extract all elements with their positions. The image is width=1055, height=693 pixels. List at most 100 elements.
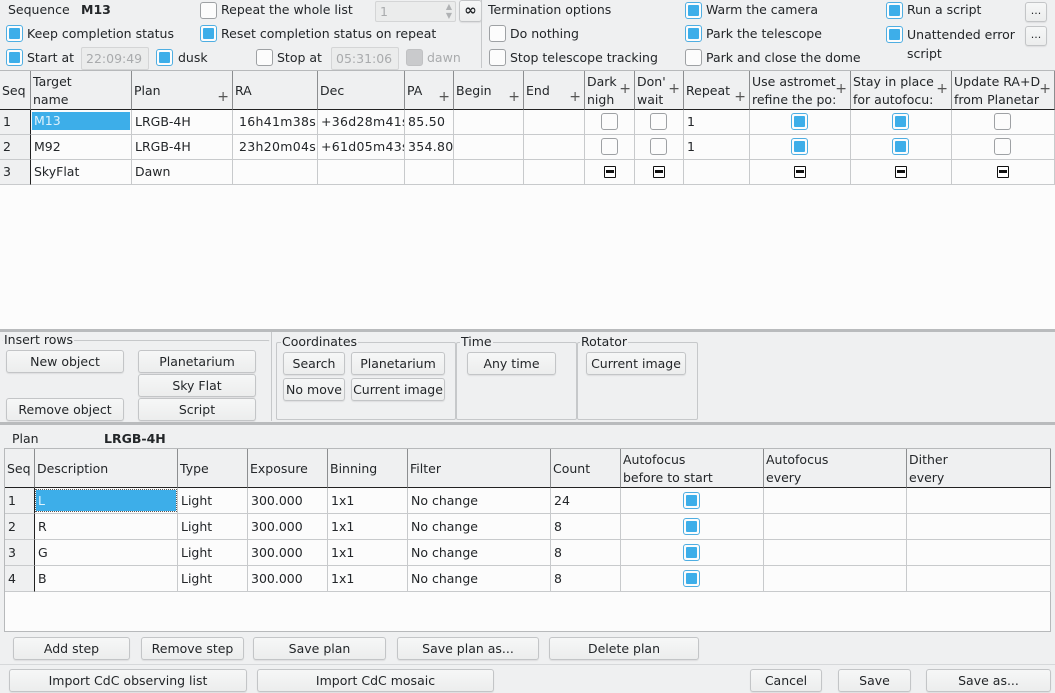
- plan-cell-exposure[interactable]: 300.000: [248, 514, 328, 540]
- plan-cell-binning[interactable]: 1x1: [328, 540, 408, 566]
- run-script-checkbox[interactable]: [886, 2, 903, 19]
- plan-cell-af-start[interactable]: [621, 514, 764, 540]
- insert-planetarium-button[interactable]: Planetarium: [138, 350, 256, 373]
- save-plan-as-button[interactable]: Save plan as...: [397, 637, 539, 660]
- targets-header-pa[interactable]: PA +: [405, 71, 454, 110]
- park-dome-checkbox[interactable]: [685, 49, 702, 66]
- plan-cell-dither[interactable]: [907, 566, 1051, 592]
- plan-cell-seq[interactable]: 4: [5, 566, 35, 592]
- repeat-count-spinbox[interactable]: 1 ▲ ▼: [375, 1, 456, 22]
- plan-cell-filter[interactable]: No change: [408, 566, 551, 592]
- targets-cell-stay-autofocus[interactable]: [851, 135, 952, 160]
- plan-cell-exposure[interactable]: 300.000: [248, 566, 328, 592]
- targets-cell-name[interactable]: SkyFlat: [31, 160, 132, 185]
- targets-header-begin[interactable]: Begin +: [454, 71, 524, 110]
- plan-cell-af-start[interactable]: [621, 566, 764, 592]
- targets-cell-end[interactable]: [524, 160, 585, 185]
- start-at-checkbox[interactable]: [6, 49, 23, 66]
- plan-cell-dither[interactable]: [907, 540, 1051, 566]
- targets-cell-astrometry[interactable]: [750, 110, 851, 135]
- targets-cell-dec[interactable]: [318, 160, 405, 185]
- coord-current-image-button[interactable]: Current image: [351, 378, 445, 401]
- plan-cell-desc[interactable]: B: [35, 566, 178, 592]
- targets-cell-ra[interactable]: 23h20m04s: [233, 135, 318, 160]
- dawn-checkbox[interactable]: [406, 49, 423, 66]
- checkbox[interactable]: [892, 138, 909, 155]
- plan-header-count[interactable]: Count: [551, 449, 621, 488]
- targets-cell-dont-wait[interactable]: [635, 160, 684, 185]
- targets-cell-dont-wait[interactable]: [635, 135, 684, 160]
- add-column-icon[interactable]: +: [508, 80, 520, 109]
- targets-header-astrometry[interactable]: Use astromet refine the po: +: [750, 71, 851, 110]
- targets-header-dec[interactable]: Dec: [318, 71, 405, 110]
- targets-header-stay-autofocus[interactable]: Stay in place for autofocu: +: [851, 71, 952, 110]
- add-column-icon[interactable]: +: [668, 80, 680, 98]
- plan-cell-dither[interactable]: [907, 514, 1051, 540]
- plan-cell-af-every[interactable]: [764, 566, 907, 592]
- add-step-button[interactable]: Add step: [13, 637, 130, 660]
- targets-cell-dark-night[interactable]: [585, 160, 635, 185]
- any-time-button[interactable]: Any time: [467, 352, 556, 375]
- add-column-icon[interactable]: +: [734, 80, 746, 109]
- targets-header-dark-night[interactable]: Dark nigh +: [585, 71, 635, 110]
- stop-at-time-input[interactable]: 05:31:06: [331, 47, 399, 70]
- plan-header-af-every[interactable]: Autofocus every: [764, 449, 907, 488]
- targets-header-ra[interactable]: RA: [233, 71, 318, 110]
- targets-cell-stay-autofocus[interactable]: [851, 110, 952, 135]
- targets-cell-repeat[interactable]: 1: [684, 110, 750, 135]
- plan-cell-af-every[interactable]: [764, 514, 907, 540]
- plan-cell-binning[interactable]: 1x1: [328, 488, 408, 514]
- targets-header-plan[interactable]: Plan +: [132, 71, 233, 110]
- targets-cell-repeat[interactable]: 1: [684, 135, 750, 160]
- plan-cell-af-every[interactable]: [764, 488, 907, 514]
- checkbox[interactable]: [994, 138, 1011, 155]
- targets-cell-plan[interactable]: Dawn: [132, 160, 233, 185]
- plan-cell-desc[interactable]: R: [35, 514, 178, 540]
- targets-cell-begin[interactable]: [454, 110, 524, 135]
- cancel-button[interactable]: Cancel: [750, 669, 822, 692]
- splitter-bottom[interactable]: [0, 422, 1055, 425]
- targets-cell-seq[interactable]: 2: [0, 135, 31, 160]
- add-column-icon[interactable]: +: [936, 80, 948, 98]
- coord-planetarium-button[interactable]: Planetarium: [351, 352, 445, 375]
- targets-cell-ra[interactable]: [233, 160, 318, 185]
- save-button[interactable]: Save: [838, 669, 911, 692]
- checkbox[interactable]: [600, 138, 618, 155]
- targets-cell-pa[interactable]: [405, 160, 454, 185]
- targets-cell-begin[interactable]: [454, 160, 524, 185]
- targets-cell-dec[interactable]: +36d28m41s: [318, 110, 405, 135]
- save-as-button[interactable]: Save as...: [926, 669, 1051, 692]
- import-observing-list-button[interactable]: Import CdC observing list: [9, 669, 247, 692]
- remove-object-button[interactable]: Remove object: [6, 398, 124, 421]
- plan-cell-type[interactable]: Light: [178, 566, 248, 592]
- add-column-icon[interactable]: +: [569, 80, 581, 109]
- targets-cell-astrometry[interactable]: [750, 160, 851, 185]
- no-move-button[interactable]: No move: [283, 378, 345, 401]
- plan-cell-type[interactable]: Light: [178, 488, 248, 514]
- checkbox[interactable]: [997, 166, 1009, 178]
- plan-steps-table[interactable]: Seq Description Type Exposure Binning Filter C…: [4, 448, 1051, 632]
- checkbox[interactable]: [600, 113, 618, 130]
- targets-cell-seq[interactable]: 3: [0, 160, 31, 185]
- targets-cell-seq[interactable]: 1: [0, 110, 31, 135]
- plan-cell-af-start[interactable]: [621, 488, 764, 514]
- plan-header-binning[interactable]: Binning: [328, 449, 408, 488]
- checkbox[interactable]: [794, 166, 806, 178]
- splitter-top[interactable]: [0, 329, 1055, 332]
- autofocus-start-checkbox[interactable]: [683, 570, 700, 587]
- plan-cell-count[interactable]: 24: [551, 488, 621, 514]
- targets-cell-pa[interactable]: 85.50: [405, 110, 454, 135]
- remove-step-button[interactable]: Remove step: [141, 637, 244, 660]
- reset-completion-status-checkbox[interactable]: [200, 25, 217, 42]
- plan-cell-dither[interactable]: [907, 488, 1051, 514]
- plan-cell-count[interactable]: 8: [551, 566, 621, 592]
- targets-cell-pa[interactable]: 354.80: [405, 135, 454, 160]
- delete-plan-button[interactable]: Delete plan: [549, 637, 699, 660]
- script-button[interactable]: Script: [138, 398, 256, 421]
- targets-cell-name[interactable]: M92: [31, 135, 132, 160]
- checkbox[interactable]: [892, 113, 909, 130]
- plan-cell-type[interactable]: Light: [178, 540, 248, 566]
- autofocus-start-checkbox[interactable]: [683, 544, 700, 561]
- checkbox[interactable]: [791, 138, 808, 155]
- plan-cell-count[interactable]: 8: [551, 540, 621, 566]
